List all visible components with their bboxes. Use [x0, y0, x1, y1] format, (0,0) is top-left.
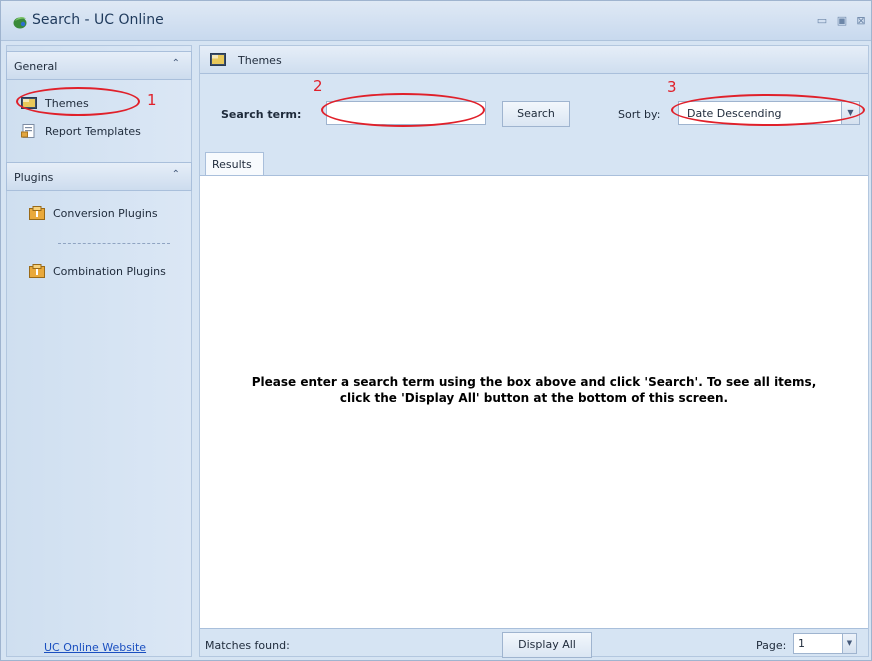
results-message-line2: click the 'Display All' button at the bo…	[339, 391, 729, 405]
page-title: Themes	[238, 54, 282, 67]
sidebar-separator	[58, 243, 170, 244]
sidebar-item-label: Combination Plugins	[53, 264, 166, 278]
sidebar-item-report-templates[interactable]: Report Templates	[21, 120, 141, 142]
page-number-value: 1	[798, 637, 805, 650]
main-panel: Themes Search term: Search Sort by: Date…	[199, 45, 869, 658]
maximize-button[interactable]: ▣	[835, 14, 849, 28]
annotation-ellipse-2	[321, 93, 485, 127]
results-message-line1: Please enter a search term using the box…	[251, 375, 817, 389]
search-term-label: Search term:	[221, 108, 302, 121]
sidebar-item-combination-plugins[interactable]: Combination Plugins	[29, 260, 166, 282]
tab-results[interactable]: Results	[205, 152, 264, 176]
chevron-up-icon[interactable]: ⌃	[172, 169, 180, 180]
annotation-number-2: 2	[313, 77, 323, 95]
results-area: Please enter a search term using the box…	[200, 175, 868, 629]
theme-icon	[210, 53, 226, 66]
page-number-input[interactable]: 1 ▼	[793, 633, 857, 654]
matches-found-label: Matches found:	[205, 639, 290, 652]
annotation-ellipse-3	[671, 94, 865, 126]
chevron-up-icon[interactable]: ⌃	[172, 58, 180, 69]
page-label: Page:	[756, 639, 787, 652]
group-label-general: General	[14, 60, 58, 73]
title-bar: Search - UC Online ▭ ▣ ⊠	[1, 1, 871, 41]
sidebar-item-conversion-plugins[interactable]: Conversion Plugins	[29, 202, 158, 224]
plugin-icon	[29, 206, 45, 220]
display-all-button[interactable]: Display All	[502, 632, 592, 658]
window-title: Search - UC Online	[32, 12, 164, 28]
sidebar-item-label: Conversion Plugins	[53, 206, 158, 220]
search-button[interactable]: Search	[502, 101, 570, 127]
sidebar-item-label: Report Templates	[45, 124, 141, 138]
annotation-ellipse-1	[16, 87, 140, 116]
close-button[interactable]: ⊠	[854, 14, 868, 28]
main-header: Themes	[200, 46, 868, 74]
results-message: Please enter a search term using the box…	[200, 374, 868, 406]
plugin-icon	[29, 264, 45, 278]
website-link[interactable]: UC Online Website	[44, 641, 146, 654]
app-window: Search - UC Online ▭ ▣ ⊠ General ⌃ Theme…	[0, 0, 872, 661]
minimize-button[interactable]: ▭	[815, 14, 829, 28]
sort-by-label: Sort by:	[618, 108, 661, 121]
footer-bar: Matches found: Display All Page: 1 ▼	[200, 630, 868, 658]
group-header-general[interactable]: General ⌃	[6, 51, 192, 80]
report-template-icon	[21, 124, 35, 138]
annotation-number-1: 1	[147, 91, 157, 109]
annotation-number-3: 3	[667, 78, 677, 96]
group-header-plugins[interactable]: Plugins ⌃	[6, 162, 192, 191]
group-label-plugins: Plugins	[14, 171, 54, 184]
chevron-down-icon[interactable]: ▼	[842, 634, 856, 653]
app-logo-icon	[13, 16, 27, 29]
